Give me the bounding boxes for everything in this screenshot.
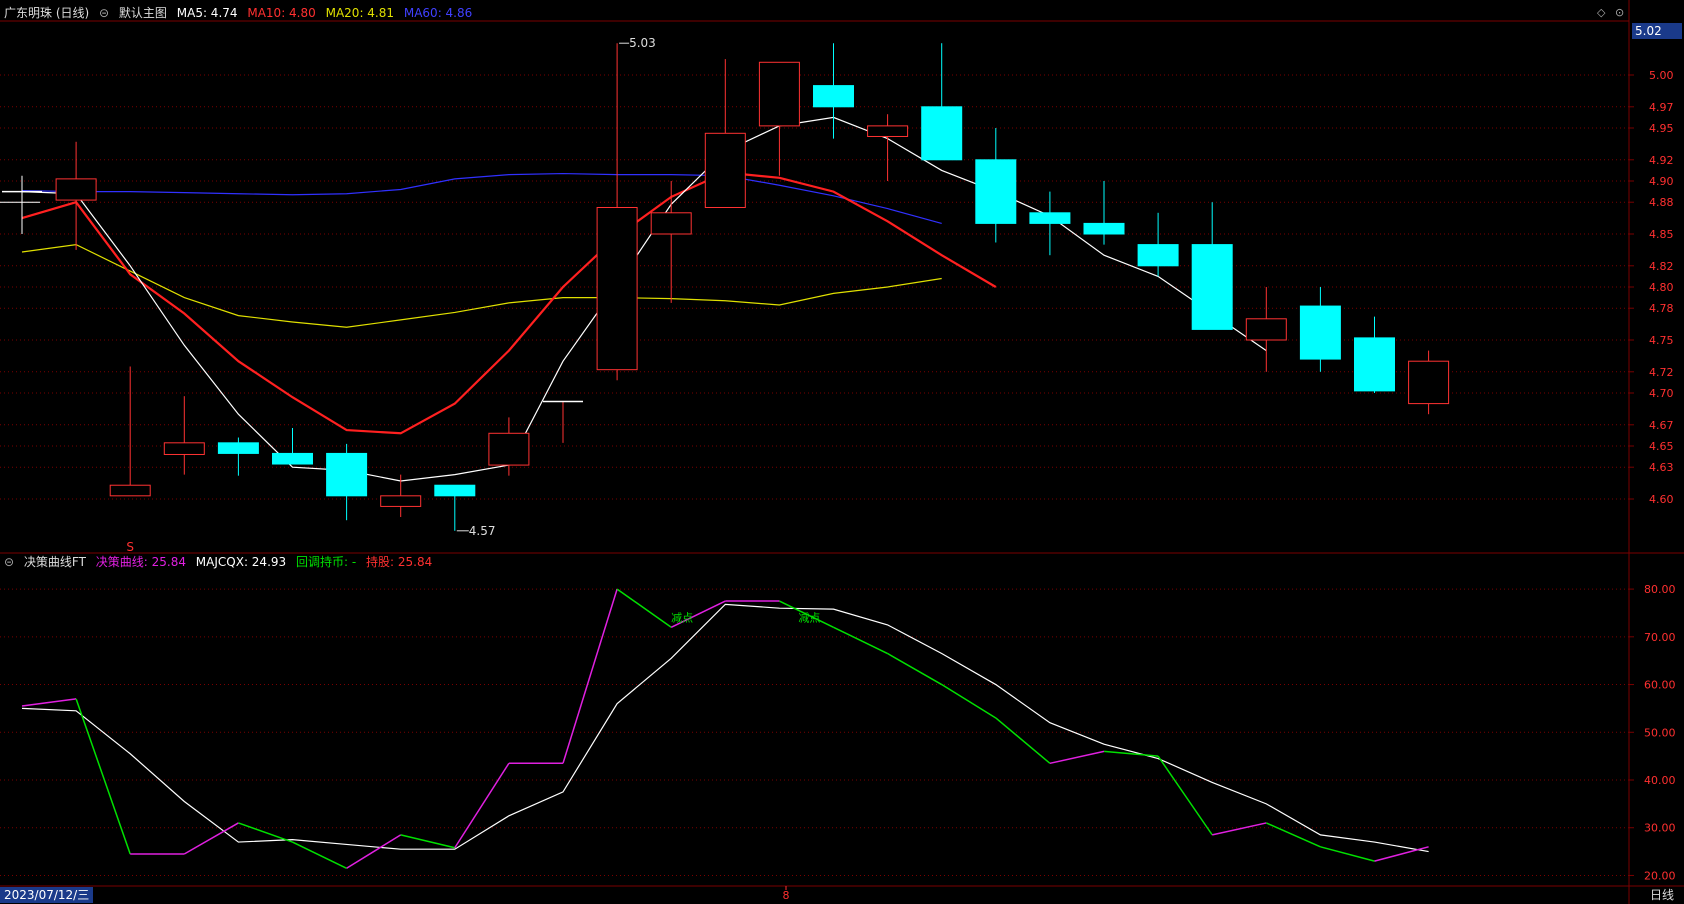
indicator-tick-label: 60.00 <box>1644 679 1676 692</box>
panel-menu-icon[interactable]: ⊙ <box>1615 6 1624 19</box>
candle-up <box>163 442 205 455</box>
reduce-label: 减点 <box>798 612 820 625</box>
candle-down <box>975 159 1017 224</box>
price-tick-label: 4.70 <box>1649 387 1674 400</box>
main-chart-header: 广东明珠 (日线) ⊝ 默认主图 MA5: 4.74 MA10: 4.80 MA… <box>4 5 478 21</box>
price-tick-label: 4.75 <box>1649 334 1674 347</box>
majcqx-value: MAJCQX: 24.93 <box>195 555 287 569</box>
template-name[interactable]: 默认主图 <box>119 6 167 20</box>
reduce-label: 减点 <box>671 612 693 625</box>
low-annotation: 4.57 <box>469 524 496 538</box>
current-price-label: 5.02 <box>1632 23 1682 39</box>
indicator-tick-label: 80.00 <box>1644 583 1676 596</box>
price-tick-label: 5.00 <box>1649 69 1674 82</box>
ma20-value: MA20: 4.81 <box>325 6 395 20</box>
high-annotation: 5.03 <box>629 36 656 50</box>
diamond-icon[interactable]: ◇ <box>1597 6 1605 19</box>
price-tick-label: 4.72 <box>1649 366 1674 379</box>
price-tick-label: 4.80 <box>1649 281 1674 294</box>
indicator-name[interactable]: 决策曲线FT <box>24 555 86 569</box>
candle-down <box>1083 222 1125 235</box>
price-tick-label: 4.78 <box>1649 302 1674 315</box>
candle-up <box>55 178 97 201</box>
indicator-tick-label: 30.00 <box>1644 822 1676 835</box>
stock-chart[interactable]: 5.00 4.97 4.95 4.92 4.90 4.88 4.85 4.82 4.80 4.78… <box>0 0 1684 904</box>
indicator-tick-label: 40.00 <box>1644 774 1676 787</box>
price-tick-label: 4.85 <box>1649 228 1674 241</box>
collapse-icon[interactable]: ⊝ <box>99 6 109 20</box>
price-tick-label: 4.65 <box>1649 440 1674 453</box>
price-tick-label: 4.63 <box>1649 461 1674 474</box>
date-cursor-label: 2023/07/12/三 <box>0 887 94 903</box>
candle-up <box>650 212 692 235</box>
candle-up <box>758 61 800 127</box>
sell-signal: S <box>126 540 134 554</box>
ma5-value: MA5: 4.74 <box>176 6 238 20</box>
price-tick-label: 4.82 <box>1649 260 1674 273</box>
candle-up <box>596 207 638 371</box>
price-tick-label: 4.90 <box>1649 175 1674 188</box>
pullback-value: 回调持币: - <box>295 555 357 569</box>
ma10-value: MA10: 4.80 <box>247 6 316 20</box>
candle-down <box>813 85 854 108</box>
candle-up <box>380 495 422 507</box>
candle-down <box>1137 244 1179 267</box>
candle-up <box>488 432 530 466</box>
period-label[interactable]: 日线 <box>1650 887 1674 903</box>
price-tick-label: 4.88 <box>1649 196 1674 209</box>
candle-up <box>867 125 909 137</box>
price-tick-label: 4.60 <box>1649 493 1674 506</box>
stock-title: 广东明珠 (日线) <box>4 6 90 20</box>
candle-down <box>1029 212 1071 224</box>
hold-value: 持股: 25.84 <box>366 555 433 569</box>
candle-down <box>1191 244 1233 330</box>
candle-up <box>1408 360 1450 405</box>
curve-value: 决策曲线: 25.84 <box>95 555 186 569</box>
candle-down <box>217 442 259 454</box>
candle-up <box>109 484 151 497</box>
candle-down <box>272 452 313 465</box>
price-tick-label: 4.92 <box>1649 154 1674 167</box>
candle-down <box>921 106 963 161</box>
price-tick-label: 4.97 <box>1649 101 1674 114</box>
candle-down <box>1299 305 1341 360</box>
price-tick-label: 4.67 <box>1649 419 1674 432</box>
candle-down <box>326 452 368 497</box>
price-tick-label: 4.95 <box>1649 122 1674 135</box>
candle-down <box>1354 337 1395 392</box>
indicator-tick-label: 50.00 <box>1644 726 1676 739</box>
indicator-tick-label: 70.00 <box>1644 631 1676 644</box>
candle-up <box>704 132 746 208</box>
candle-up <box>1245 318 1287 341</box>
time-marker: 8 <box>783 889 790 902</box>
ma60-value: MA60: 4.86 <box>403 6 473 20</box>
indicator-header: ⊝ 决策曲线FT 决策曲线: 25.84 MAJCQX: 24.93 回调持币:… <box>4 554 438 570</box>
collapse-icon[interactable]: ⊝ <box>4 555 14 569</box>
indicator-tick-label: 20.00 <box>1644 869 1676 882</box>
candle-down <box>434 484 476 497</box>
